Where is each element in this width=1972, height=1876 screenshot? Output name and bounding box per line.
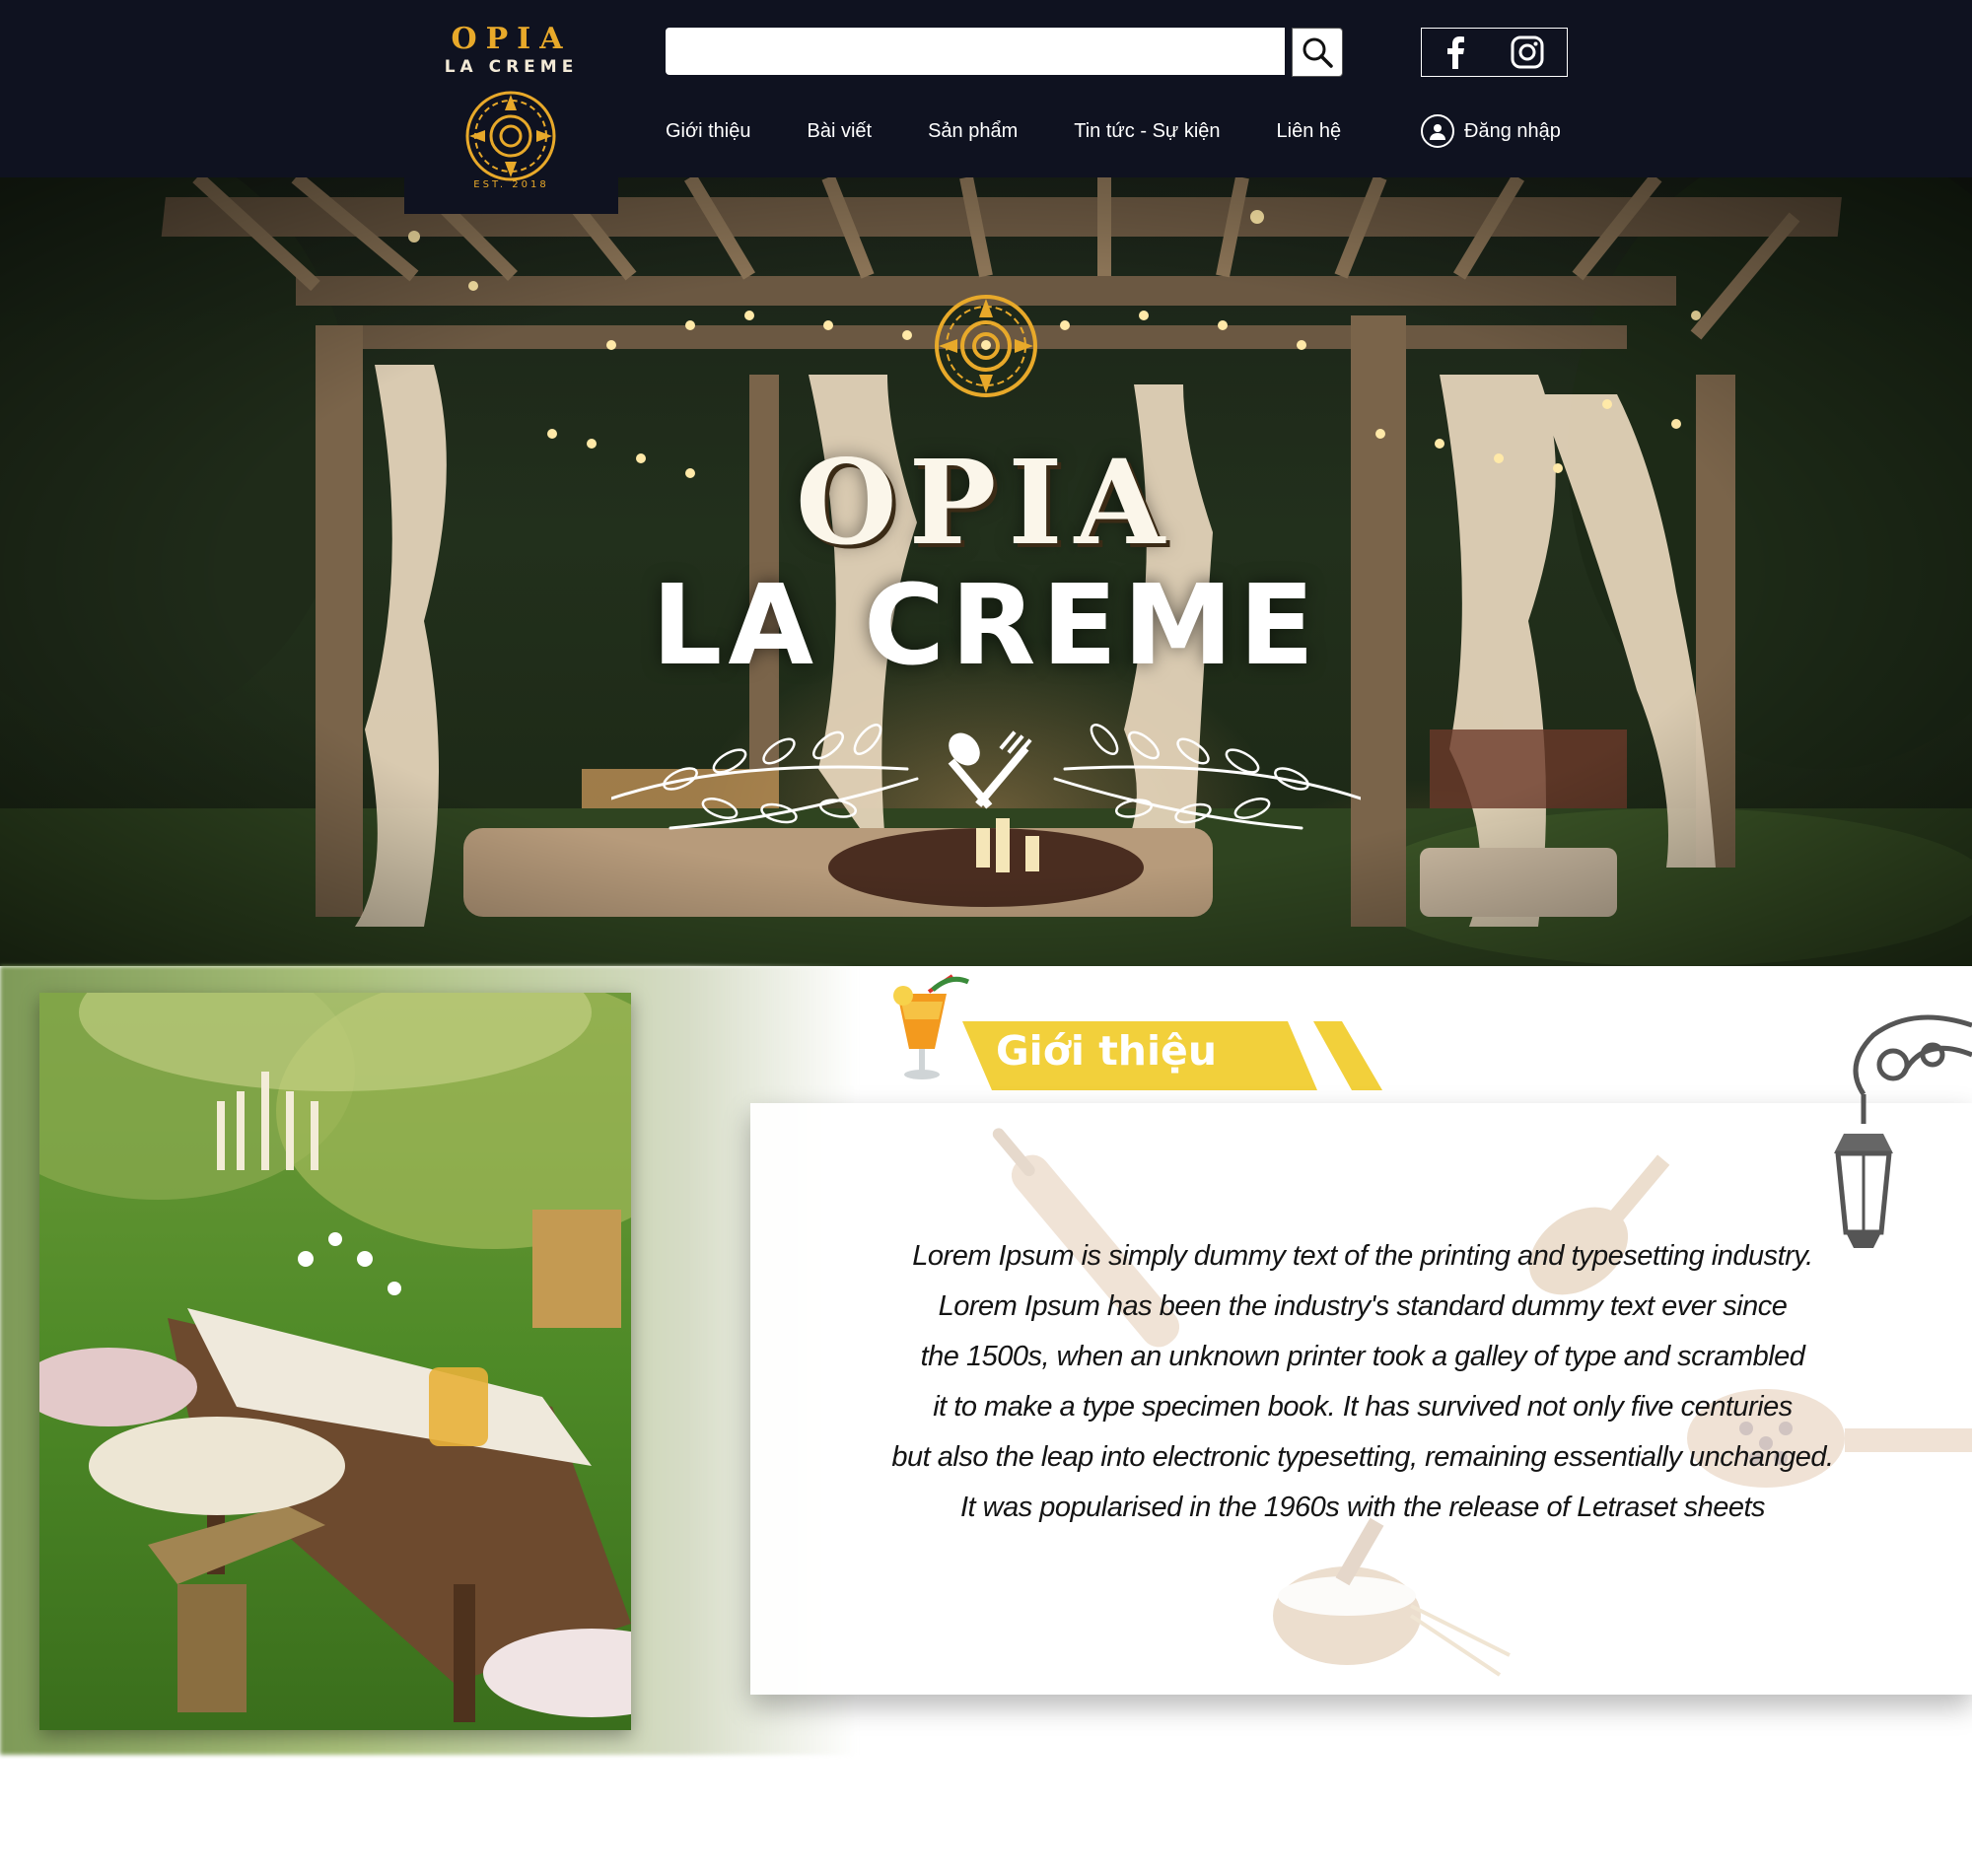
nav-item-gioi-thieu[interactable]: Giới thiệu <box>666 120 750 152</box>
hero-subtitle: LA CREME <box>652 562 1320 690</box>
intro-line: It was popularised in the 1960s with the… <box>959 1492 1766 1523</box>
logo-wordmark: OPIA <box>451 22 572 56</box>
main-nav: Giới thiệu Bài viết Sản phẩm Tin tức - S… <box>666 120 1397 152</box>
section-title: Giới thiệu <box>996 1027 1218 1075</box>
facebook-icon <box>1446 36 1464 69</box>
logo-emblem-icon <box>465 91 556 181</box>
logo-subtitle: LA CREME <box>444 57 579 77</box>
site-header: Giới thiệu Bài viết Sản phẩm Tin tức - S… <box>0 0 1972 177</box>
hero-emblem-icon <box>935 295 1037 397</box>
logo-est: EST. 2018 <box>473 179 549 190</box>
instagram-icon <box>1511 35 1544 69</box>
spoon-fork-icon <box>948 730 1032 809</box>
laurel-divider <box>611 724 1361 830</box>
street-lamp-icon <box>1834 1014 1972 1248</box>
intro-line: the 1500s, when an unknown printer took … <box>920 1341 1805 1372</box>
intro-text: Lorem Ipsum is simply dummy text of the … <box>750 1231 1972 1533</box>
intro-card: Lorem Ipsum is simply dummy text of the … <box>750 1103 1972 1695</box>
hero-banner: OPIA LA CREME <box>0 177 1972 966</box>
search-button[interactable] <box>1292 28 1343 77</box>
intro-line: it to make a type specimen book. It has … <box>933 1391 1793 1423</box>
intro-line: Lorem Ipsum is simply dummy text of the … <box>912 1240 1813 1272</box>
user-icon <box>1421 114 1454 148</box>
instagram-link[interactable] <box>1511 35 1544 69</box>
nav-item-tin-tuc-su-kien[interactable]: Tin tức - Sự kiện <box>1074 120 1220 152</box>
hero-title: OPIA <box>795 434 1177 571</box>
login-button[interactable]: Đăng nhập <box>1421 114 1561 148</box>
garden-table-photo <box>39 993 631 1730</box>
search-input[interactable] <box>666 28 1285 75</box>
intro-line: Lorem Ipsum has been the industry's stan… <box>938 1290 1788 1322</box>
facebook-link[interactable] <box>1444 35 1466 69</box>
intro-line: but also the leap into electronic typese… <box>891 1441 1834 1473</box>
login-label: Đăng nhập <box>1464 119 1561 142</box>
social-links <box>1421 28 1568 77</box>
nav-item-lien-he[interactable]: Liên hệ <box>1277 120 1342 152</box>
nav-item-san-pham[interactable]: Sản phẩm <box>928 120 1018 152</box>
search-icon <box>1303 37 1333 68</box>
cocktail-icon <box>893 974 970 1079</box>
logo[interactable]: OPIA LA CREME EST. 2018 <box>404 0 618 214</box>
nav-item-bai-viet[interactable]: Bài viết <box>807 120 872 152</box>
